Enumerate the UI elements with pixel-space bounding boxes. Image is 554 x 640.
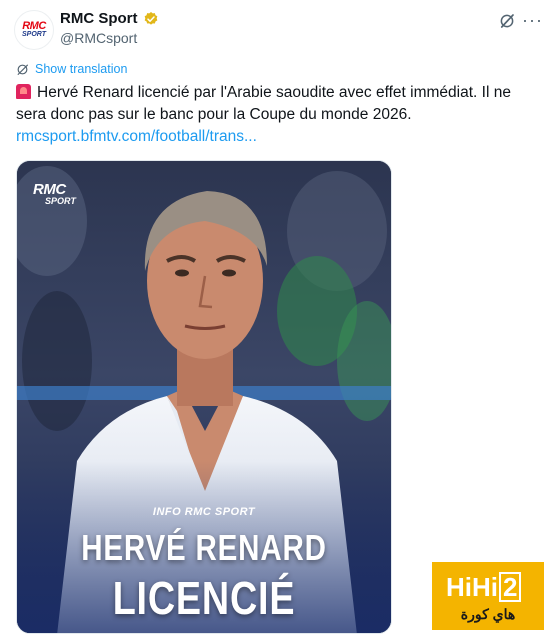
grok-icon[interactable] (498, 12, 516, 30)
verified-badge-icon (144, 11, 157, 25)
watermark-brand-box: 2 (499, 572, 522, 602)
watermark-brand-prefix: HiHi (446, 572, 498, 602)
rotating-light-icon (16, 84, 31, 99)
media-headline-status: LICENCIÉ (112, 572, 296, 624)
tweet-media-image[interactable]: RMC SPORT INFO RMC SPORT HERVÉ RENARD LI… (16, 160, 392, 634)
media-info-label: INFO RMC SPORT (152, 506, 256, 518)
media-rmc-logo: RMC SPORT (33, 181, 76, 206)
show-translation-link[interactable]: Show translation (35, 62, 127, 76)
tweet-body: Hervé Renard licencié par l'Arabie saoud… (16, 84, 511, 123)
translate-icon (17, 64, 28, 75)
show-translation-row[interactable]: Show translation (16, 62, 127, 76)
author-name[interactable]: RMC Sport (60, 10, 138, 27)
more-options-icon[interactable]: ··· (522, 10, 543, 31)
hihi2-watermark-logo: HiHi 2 هاي كورة (432, 562, 544, 630)
author-row: RMC Sport (60, 10, 159, 27)
media-headline-name: HERVÉ RENARD (81, 527, 327, 568)
avatar-logo-sport: SPORT (22, 31, 46, 38)
media-logo-rmc: RMC (33, 181, 66, 198)
watermark-brand: HiHi 2 (446, 572, 522, 603)
avatar-logo-rmc: RMC (22, 20, 46, 32)
avatar[interactable]: RMC SPORT (14, 10, 54, 50)
watermark-arabic: هاي كورة (460, 606, 516, 622)
tweet-text: Hervé Renard licencié par l'Arabie saoud… (16, 82, 540, 148)
tweet-link[interactable]: rmcsport.bfmtv.com/football/trans... (16, 128, 257, 145)
author-handle[interactable]: @RMCsport (60, 30, 137, 46)
media-logo-sport: SPORT (45, 196, 76, 206)
